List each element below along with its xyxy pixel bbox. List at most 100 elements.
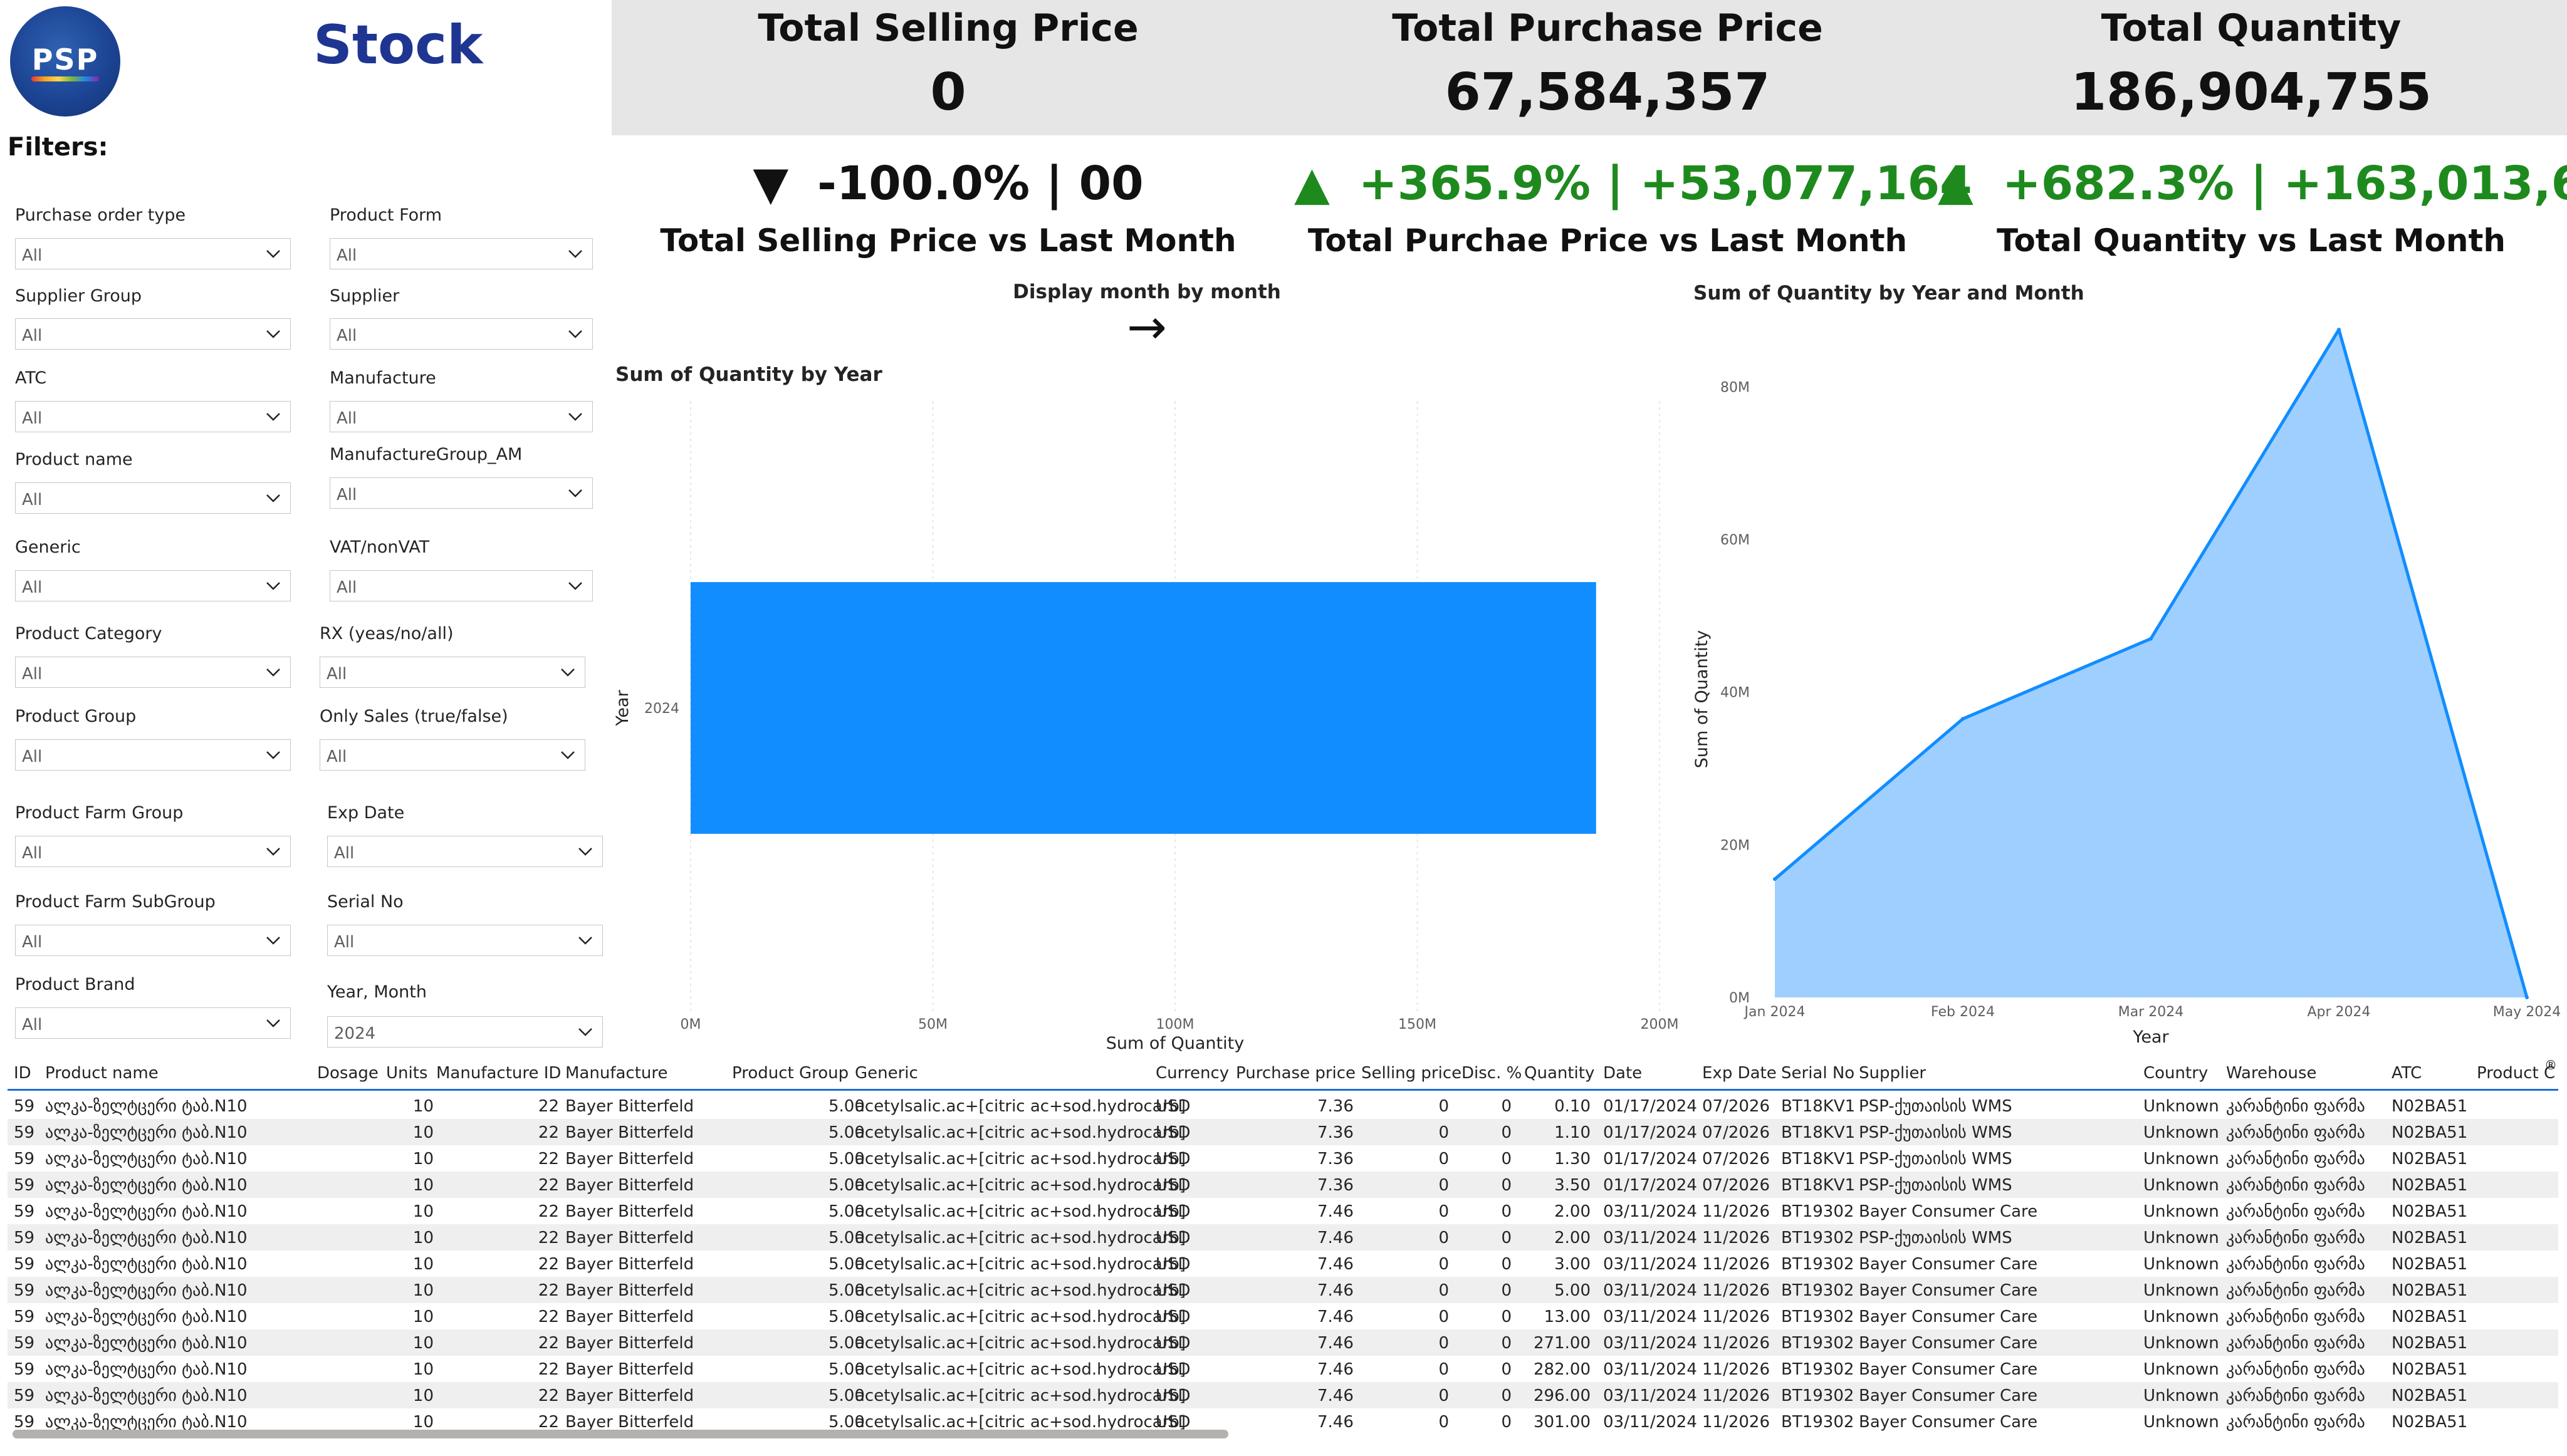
column-header[interactable]: Manufacture <box>565 1064 668 1083</box>
table-row[interactable]: 59 ალკა-ზელტცერი ტაბ.N10 10 22 Bayer Bitterf… <box>8 1198 2558 1224</box>
column-header[interactable]: Warehouse <box>2226 1064 2317 1083</box>
filter-dropdown[interactable]: All <box>330 570 593 601</box>
filter-dropdown[interactable]: All <box>15 657 291 688</box>
column-header[interactable]: Exp Date <box>1702 1064 1777 1083</box>
column-header[interactable]: Supplier <box>1859 1064 1926 1083</box>
filter-value: All <box>327 665 347 684</box>
table-row[interactable]: 59 ალკა-ზელტცერი ტაბ.N10 10 22 Bayer Bitterf… <box>8 1172 2558 1198</box>
column-header[interactable]: ID <box>14 1064 31 1083</box>
delta-purchase-label: Total Purchae Price vs Last Month <box>1307 222 1908 259</box>
table-cell: 0 <box>1501 1308 1512 1326</box>
table-cell: 5.00 <box>829 1176 865 1195</box>
y-axis-title: Year <box>613 690 632 727</box>
filter-label: RX (yeas/no/all) <box>320 624 454 643</box>
column-header[interactable]: Quantity <box>1524 1064 1594 1083</box>
column-header[interactable]: Currency <box>1156 1064 1229 1083</box>
filter-dropdown[interactable]: All <box>15 570 291 601</box>
table-cell: 0 <box>1438 1150 1449 1168</box>
table-row[interactable]: 59 ალკა-ზელტცერი ტაბ.N10 10 22 Bayer Bitterf… <box>8 1119 2558 1145</box>
delta-selling-label: Total Selling Price vs Last Month <box>660 222 1236 259</box>
horizontal-scrollbar[interactable] <box>13 1430 1228 1438</box>
filter-dropdown[interactable]: All <box>15 401 291 432</box>
table-cell: 0 <box>1501 1229 1512 1247</box>
column-header[interactable]: Disc. % <box>1461 1064 1522 1083</box>
filter-dropdown[interactable]: All <box>15 482 291 514</box>
table-row[interactable]: 59 ალკა-ზელტცერი ტაბ.N10 10 22 Bayer Bitterf… <box>8 1093 2558 1119</box>
filter-value: All <box>22 844 43 863</box>
table-cell: Bayer Bitterfeld <box>565 1308 694 1326</box>
filter-value: All <box>334 844 355 863</box>
chevron-down-icon <box>266 848 280 856</box>
x-tick-label: Jan 2024 <box>1744 1004 1806 1020</box>
column-header[interactable]: Country <box>2143 1064 2208 1083</box>
table-cell: 0 <box>1438 1386 1449 1405</box>
column-header[interactable]: Product C <box>2477 1064 2555 1083</box>
table-cell: Unknown <box>2143 1413 2219 1431</box>
table-cell: 59 <box>14 1308 35 1326</box>
table-row[interactable]: 59 ალკა-ზელტცერი ტაბ.N10 10 22 Bayer Bitterf… <box>8 1145 2558 1172</box>
table-cell: Unknown <box>2143 1123 2219 1142</box>
table-cell: 10 <box>412 1281 434 1300</box>
table-cell: 59 <box>14 1281 35 1300</box>
table-cell: 2.00 <box>1554 1202 1591 1221</box>
column-header[interactable]: Units <box>386 1064 427 1083</box>
filter-dropdown[interactable]: All <box>15 925 291 956</box>
filter-dropdown[interactable]: All <box>330 238 593 269</box>
filter-dropdown[interactable]: All <box>327 925 603 956</box>
filter-dropdown[interactable]: All <box>320 739 585 771</box>
table-cell: 22 <box>538 1097 559 1116</box>
column-header[interactable]: Date <box>1603 1064 1642 1083</box>
filter-dropdown[interactable]: All <box>330 318 593 350</box>
table-cell: Unknown <box>2143 1229 2219 1247</box>
table-cell: 59 <box>14 1123 35 1142</box>
kpi-value-selling: 0 <box>930 63 966 122</box>
table-cell: acetylsalic.ac+[citric ac+sod.hydrocarb] <box>855 1150 1186 1168</box>
filter-dropdown[interactable]: All <box>15 836 291 867</box>
filter-dropdown[interactable]: All <box>320 657 585 688</box>
chevron-down-icon <box>578 937 592 945</box>
table-row[interactable]: 59 ალკა-ზელტცერი ტაბ.N10 10 22 Bayer Bitterf… <box>8 1356 2558 1382</box>
filter-dropdown[interactable]: All <box>15 739 291 771</box>
table-row[interactable]: 59 ალკა-ზელტცერი ტაბ.N10 10 22 Bayer Bitterf… <box>8 1382 2558 1408</box>
table-cell: 0 <box>1438 1176 1449 1195</box>
kpi-label-selling: Total Selling Price <box>758 6 1139 50</box>
filter-dropdown[interactable]: All <box>330 401 593 432</box>
column-header[interactable]: Dosage <box>317 1064 379 1083</box>
column-header[interactable]: Serial No <box>1781 1064 1854 1083</box>
filter-label: Product Group <box>15 707 137 726</box>
column-header[interactable]: Purchase price <box>1236 1064 1356 1083</box>
table-cell: ალკა-ზელტცერი ტაბ.N10 <box>45 1202 248 1221</box>
table-cell: 11/2026 <box>1702 1360 1770 1379</box>
filter-label: Serial No <box>327 892 404 912</box>
filter-dropdown[interactable]: All <box>330 477 593 509</box>
filter-dropdown[interactable]: 2024 <box>327 1016 603 1048</box>
table-cell: 5.00 <box>829 1097 865 1116</box>
column-header[interactable]: Generic <box>855 1064 918 1083</box>
column-header[interactable]: Product name <box>45 1064 159 1083</box>
table-cell: acetylsalic.ac+[citric ac+sod.hydrocarb] <box>855 1334 1186 1353</box>
column-header[interactable]: Selling price <box>1361 1064 1461 1083</box>
chevron-down-icon <box>578 1028 592 1036</box>
table-cell: 10 <box>412 1413 434 1431</box>
stock-table[interactable]: ID Product name Dosage Units Manufacture ID M… <box>8 1058 2558 1431</box>
table-row[interactable]: 59 ალკა-ზელტცერი ტაბ.N10 10 22 Bayer Bitterf… <box>8 1277 2558 1303</box>
filter-dropdown[interactable]: All <box>15 1007 291 1039</box>
table-cell: PSP-ქუთაისის WMS <box>1859 1123 2012 1142</box>
table-cell: 10 <box>412 1229 434 1247</box>
table-cell: 11/2026 <box>1702 1413 1770 1431</box>
column-header[interactable]: Manufacture ID <box>436 1064 561 1083</box>
display-month-button[interactable]: Display month by month → <box>978 281 1316 351</box>
column-header[interactable]: ATC <box>2392 1064 2422 1083</box>
table-row[interactable]: 59 ალკა-ზელტცერი ტაბ.N10 10 22 Bayer Bitterf… <box>8 1329 2558 1356</box>
filter-dropdown[interactable]: All <box>15 318 291 350</box>
filter-dropdown[interactable]: All <box>327 836 603 867</box>
table-cell: 10 <box>412 1176 434 1195</box>
filter-dropdown[interactable]: All <box>15 238 291 269</box>
table-cell: 0 <box>1501 1202 1512 1221</box>
table-row[interactable]: 59 ალკა-ზელტცერი ტაბ.N10 10 22 Bayer Bitterf… <box>8 1408 2558 1431</box>
chevron-down-icon <box>578 848 592 856</box>
table-row[interactable]: 59 ალკა-ზელტცერი ტაბ.N10 10 22 Bayer Bitterf… <box>8 1251 2558 1277</box>
column-header[interactable]: Product Group <box>732 1064 849 1083</box>
table-row[interactable]: 59 ალკა-ზელტცერი ტაბ.N10 10 22 Bayer Bitterf… <box>8 1303 2558 1329</box>
table-row[interactable]: 59 ალკა-ზელტცერი ტაბ.N10 10 22 Bayer Bitterf… <box>8 1224 2558 1251</box>
